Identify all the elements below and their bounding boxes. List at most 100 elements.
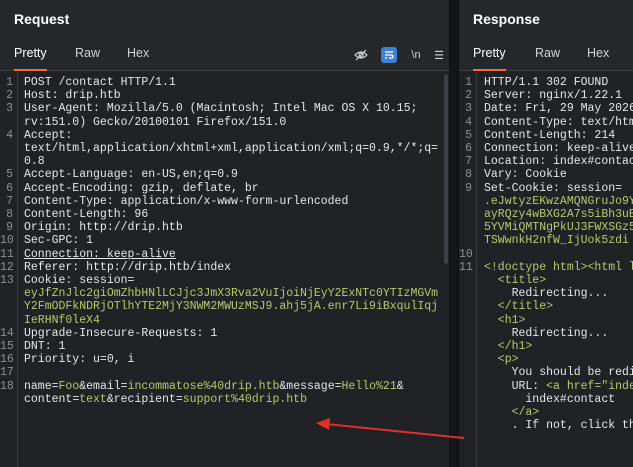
code-line[interactable]: 12 Referer: http://drip.htb/index — [0, 261, 449, 274]
code-line[interactable]: 1 HTTP/1.1 302 FOUND — [459, 76, 633, 89]
tab-pretty[interactable]: Pretty — [14, 38, 47, 71]
code-line[interactable]: 13 Cookie: session= — [0, 274, 449, 287]
code-token: session= — [79, 274, 135, 287]
code-line[interactable]: <title> — [459, 274, 633, 287]
code-line[interactable]: 3 User-Agent: Mozilla/5.0 (Macintosh; Int… — [0, 102, 449, 115]
code-line[interactable]: 11 <!doctype html><html l — [459, 261, 633, 274]
line-number: 6 — [465, 142, 472, 155]
tab-raw[interactable]: Raw — [535, 38, 560, 71]
panel-divider[interactable] — [449, 0, 459, 467]
code-token: </a> — [484, 406, 540, 419]
code-token: 1 — [86, 234, 94, 248]
line-number: 5 — [465, 128, 472, 142]
code-line[interactable]: 3 Date: Fri, 29 May 2026 — [459, 102, 633, 115]
code-line[interactable]: 8 Vary: Cookie — [459, 168, 633, 181]
line-content: Accept-Language: en-US,en;q=0.9 — [24, 168, 238, 181]
code-line[interactable]: TSWwnkH2nfW_IjUok5zdi — [459, 234, 633, 247]
code-line[interactable]: 6 Accept-Encoding: gzip, deflate, br — [0, 182, 449, 195]
code-token: Accept-Encoding: — [24, 181, 142, 195]
code-line[interactable]: Redirecting... — [459, 327, 633, 340]
code-line[interactable]: content=text&recipient=support%40drip.ht… — [0, 393, 449, 406]
newline-toggle[interactable]: \n — [408, 47, 424, 63]
code-line[interactable]: 10 — [459, 248, 633, 261]
line-number: 7 — [6, 194, 13, 208]
word-wrap-icon[interactable] — [381, 47, 397, 63]
code-line[interactable]: </title> — [459, 300, 633, 313]
code-line[interactable]: 15 DNT: 1 — [0, 340, 449, 353]
code-line[interactable]: 17 — [0, 366, 449, 379]
tab-hex[interactable]: Hex — [127, 38, 149, 71]
line-content: Y2FmODFkNDRjOTlhYTE2MjY3NWM2MWUzMSJ9.ahj… — [24, 300, 438, 313]
code-line[interactable]: 5YVMiQMTNgPkUJ3FWXSGz5 — [459, 221, 633, 234]
tab-hex[interactable]: Hex — [587, 38, 609, 71]
code-line[interactable]: 2 Host: drip.htb — [0, 89, 449, 102]
code-line[interactable]: 6 Connection: keep-alive — [459, 142, 633, 155]
code-line[interactable]: 18 name=Foo&email=incommatose%40drip.htb&… — [0, 380, 449, 393]
code-line[interactable]: 7 Content-Type: application/x-www-form-ur… — [0, 195, 449, 208]
code-line[interactable]: 0.8 — [0, 155, 449, 168]
code-token: index#contact — [484, 392, 616, 406]
code-line[interactable]: 9 Set-Cookie: session= — [459, 182, 633, 195]
code-line[interactable]: </h1> — [459, 340, 633, 353]
code-token: Content-Length: — [484, 128, 595, 142]
line-number: 18 — [0, 379, 14, 393]
code-line[interactable]: 2 Server: nginx/1.22.1 — [459, 89, 633, 102]
code-line[interactable]: 11 Connection: keep-alive — [0, 248, 449, 261]
line-content: </h1> — [484, 340, 533, 353]
code-line[interactable]: 10 Sec-GPC: 1 — [0, 234, 449, 247]
request-scrollbar[interactable] — [444, 74, 448, 264]
code-line[interactable]: IeRHNf0leX4 — [0, 314, 449, 327]
code-line[interactable]: </a> — [459, 406, 633, 419]
line-number: 16 — [0, 353, 14, 367]
code-line[interactable]: Redirecting... — [459, 287, 633, 300]
line-number: 8 — [465, 168, 472, 182]
menu-icon[interactable]: ☰ — [432, 47, 446, 63]
line-number: 1 — [6, 76, 13, 89]
code-token: en-US,en;q=0.9 — [141, 168, 238, 182]
code-line[interactable]: 16 Priority: u=0, i — [0, 353, 449, 366]
code-token: <!doctype html><html l — [484, 260, 633, 274]
code-line[interactable]: URL: <a href="inde — [459, 380, 633, 393]
code-line[interactable]: .eJwtyzEKwzAMQNGruJo9Y — [459, 195, 633, 208]
code-token: gzip, deflate, br — [141, 181, 259, 195]
line-content: Redirecting... — [484, 327, 609, 340]
code-line[interactable]: text/html,application/xhtml+xml,applicat… — [0, 142, 449, 155]
code-token: = — [51, 379, 59, 393]
line-content: Content-Type: application/x-www-form-url… — [24, 195, 348, 208]
response-editor[interactable]: 1 HTTP/1.1 302 FOUND 2 Server: nginx/1.22.1… — [459, 72, 633, 467]
line-number: 17 — [0, 366, 14, 380]
line-number: 11 — [0, 247, 14, 261]
code-token: 214 — [594, 128, 616, 142]
code-line[interactable]: 1 POST /contact HTTP/1.1 — [0, 76, 449, 89]
code-line[interactable]: <p> — [459, 353, 633, 366]
code-line[interactable]: 5 Accept-Language: en-US,en;q=0.9 — [0, 168, 449, 181]
hide-nonprintable-icon[interactable] — [353, 47, 369, 63]
code-line[interactable]: 14 Upgrade-Insecure-Requests: 1 — [0, 327, 449, 340]
code-line[interactable]: 9 Origin: http://drip.htb — [0, 221, 449, 234]
code-line[interactable]: ayRQzy4wBXG2A7s5iBh3uB — [459, 208, 633, 221]
request-title: Request — [0, 0, 449, 38]
tab-pretty[interactable]: Pretty — [473, 38, 506, 71]
tab-raw[interactable]: Raw — [75, 38, 100, 71]
code-line[interactable]: You should be redi — [459, 366, 633, 379]
code-line[interactable]: 4 Content-Type: text/htm — [459, 116, 633, 129]
code-line[interactable]: 8 Content-Length: 96 — [0, 208, 449, 221]
code-line[interactable]: Y2FmODFkNDRjOTlhYTE2MjY3NWM2MWUzMSJ9.ahj… — [0, 300, 449, 313]
line-content: IeRHNf0leX4 — [24, 314, 100, 327]
code-token: session= — [566, 181, 623, 195]
line-content: Connection: keep-alive — [484, 142, 633, 155]
code-line[interactable]: <h1> — [459, 314, 633, 327]
code-line[interactable]: 7 Location: index#contac — [459, 155, 633, 168]
code-line[interactable]: 5 Content-Length: 214 — [459, 129, 633, 142]
request-editor[interactable]: 1 POST /contact HTTP/1.1 2 Host: drip.htb 3 U… — [0, 72, 449, 467]
code-token: Host: — [24, 89, 66, 103]
line-content: <h1> — [484, 314, 526, 327]
code-token: nginx/1.22.1 — [539, 89, 623, 103]
code-token: & — [106, 392, 114, 406]
line-content: Redirecting... — [484, 287, 609, 300]
code-line[interactable]: eyJfZnJlc2giOmZhbHNlLCJjc3JmX3Rva2VuIjoi… — [0, 287, 449, 300]
code-line[interactable]: rv:151.0) Gecko/20100101 Firefox/151.0 — [0, 116, 449, 129]
code-line[interactable]: . If not, click th — [459, 419, 633, 432]
code-line[interactable]: 4 Accept: — [0, 129, 449, 142]
code-line[interactable]: index#contact — [459, 393, 633, 406]
